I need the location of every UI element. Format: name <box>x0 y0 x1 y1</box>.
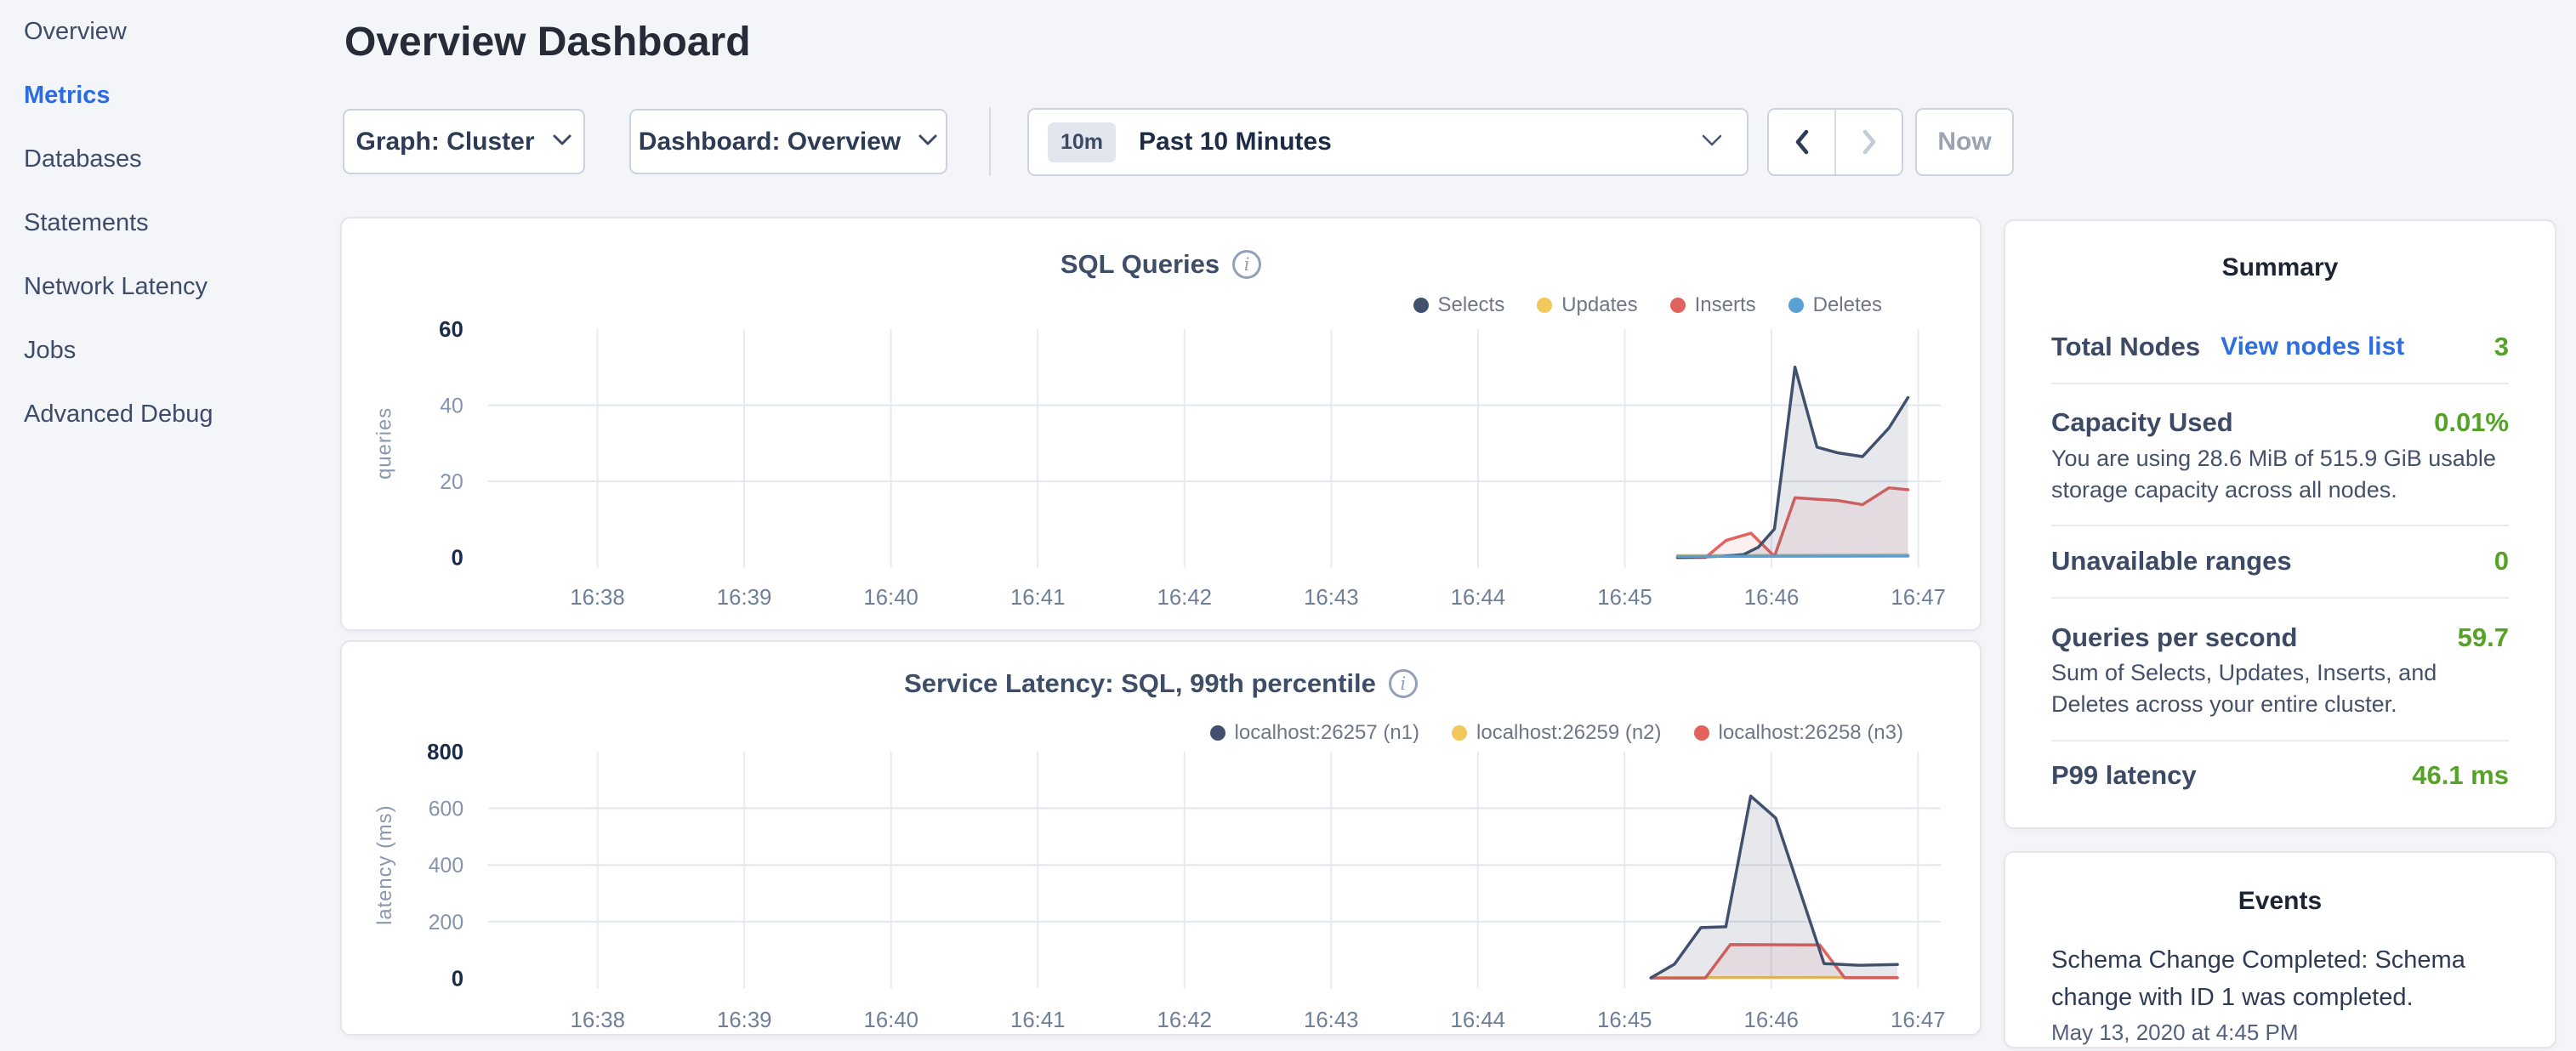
summary-title: Summary <box>2005 253 2555 282</box>
svg-text:40: 40 <box>440 395 463 418</box>
sidebar-item-metrics[interactable]: Metrics <box>0 64 340 128</box>
time-step-buttons <box>1767 108 1903 176</box>
now-button[interactable]: Now <box>1915 108 2014 176</box>
dashboard-dropdown[interactable]: Dashboard: Overview <box>629 109 947 174</box>
summary-subtext: Sum of Selects, Updates, Inserts, and De… <box>2051 657 2509 720</box>
events-panel: Events Schema Change Completed: Schema c… <box>2004 851 2556 1048</box>
svg-text:16:42: 16:42 <box>1157 1008 1212 1032</box>
divider <box>2051 597 2509 599</box>
sidebar-item-databases[interactable]: Databases <box>0 128 340 191</box>
sidebar-item-overview[interactable]: Overview <box>0 0 340 64</box>
svg-text:latency (ms): latency (ms) <box>373 805 396 925</box>
divider <box>2051 740 2509 741</box>
service-latency-plot: 16:38 16:39 16:40 16:41 16:42 16:43 16:44 16:45… <box>342 642 1980 1034</box>
summary-row-total-nodes: Total Nodes View nodes list 3 <box>2051 329 2509 365</box>
sidebar-item-network-latency[interactable]: Network Latency <box>0 255 340 319</box>
svg-text:16:43: 16:43 <box>1304 586 1358 610</box>
summary-label: Queries per second <box>2051 622 2297 653</box>
svg-text:16:41: 16:41 <box>1010 1008 1065 1032</box>
svg-text:200: 200 <box>429 912 463 935</box>
svg-text:16:41: 16:41 <box>1010 586 1065 610</box>
event-timestamp: May 13, 2020 at 4:45 PM <box>2051 1020 2509 1046</box>
dashboard-label: Dashboard: Overview <box>639 128 901 156</box>
sidebar-item-advanced-debug[interactable]: Advanced Debug <box>0 383 340 446</box>
svg-text:0: 0 <box>452 967 463 991</box>
events-title: Events <box>2005 887 2555 916</box>
svg-text:16:44: 16:44 <box>1451 1008 1505 1032</box>
sidebar: Overview Metrics Databases Statements Ne… <box>0 0 340 446</box>
chevron-down-icon <box>1701 134 1723 151</box>
svg-text:16:38: 16:38 <box>570 586 624 610</box>
sidebar-item-statements[interactable]: Statements <box>0 191 340 255</box>
event-item[interactable]: Schema Change Completed: Schema change w… <box>2051 941 2509 1016</box>
sql-queries-plot: 16:38 16:39 16:40 16:41 16:42 16:43 16:44 16:45… <box>342 219 1980 629</box>
summary-subtext: You are using 28.6 MiB of 515.9 GiB usab… <box>2051 443 2509 506</box>
summary-label: Unavailable ranges <box>2051 546 2292 577</box>
summary-row-queries-per-second: Queries per second 59.7 <box>2051 620 2509 656</box>
svg-text:400: 400 <box>429 855 463 878</box>
time-window-badge: 10m <box>1048 122 1116 162</box>
svg-text:16:39: 16:39 <box>717 586 771 610</box>
svg-text:16:38: 16:38 <box>571 1008 625 1032</box>
divider <box>2051 525 2509 526</box>
svg-text:16:40: 16:40 <box>864 1008 918 1032</box>
sql-queries-chart-card: SQL Queries i SelectsUpdatesInsertsDelet… <box>340 217 1982 631</box>
service-latency-chart-card: Service Latency: SQL, 99th percentile i … <box>340 640 1982 1036</box>
svg-text:16:46: 16:46 <box>1744 1008 1799 1032</box>
graph-scope-label: Graph: Cluster <box>355 128 534 156</box>
svg-text:16:39: 16:39 <box>717 1008 771 1032</box>
divider <box>2051 383 2509 384</box>
svg-text:16:44: 16:44 <box>1451 586 1505 610</box>
summary-value: 59.7 <box>2458 622 2509 653</box>
view-nodes-list-link[interactable]: View nodes list <box>2221 332 2404 361</box>
svg-text:16:47: 16:47 <box>1891 1008 1945 1032</box>
svg-text:60: 60 <box>439 318 463 342</box>
svg-text:600: 600 <box>429 798 463 821</box>
svg-text:0: 0 <box>451 547 463 571</box>
summary-value: 46.1 ms <box>2412 760 2509 791</box>
chevron-down-icon <box>918 134 938 151</box>
summary-label: Capacity Used <box>2051 407 2233 438</box>
summary-row-unavailable-ranges: Unavailable ranges 0 <box>2051 543 2509 579</box>
sidebar-item-jobs[interactable]: Jobs <box>0 319 340 383</box>
svg-text:16:46: 16:46 <box>1744 586 1799 610</box>
graph-scope-dropdown[interactable]: Graph: Cluster <box>343 109 585 174</box>
next-time-button[interactable] <box>1836 110 1902 174</box>
summary-row-p99-latency: P99 latency 46.1 ms <box>2051 758 2509 793</box>
svg-text:16:40: 16:40 <box>863 586 918 610</box>
summary-row-capacity-used: Capacity Used 0.01% <box>2051 405 2509 440</box>
svg-text:16:45: 16:45 <box>1597 1008 1652 1032</box>
toolbar-divider <box>989 107 991 176</box>
previous-time-button[interactable] <box>1769 110 1836 174</box>
summary-label: P99 latency <box>2051 760 2197 791</box>
time-window-dropdown[interactable]: 10m Past 10 Minutes <box>1027 108 1749 176</box>
svg-text:queries: queries <box>372 407 395 480</box>
summary-value: 0.01% <box>2434 407 2509 438</box>
svg-text:800: 800 <box>427 741 463 764</box>
summary-value: 0 <box>2494 546 2509 577</box>
svg-text:16:43: 16:43 <box>1304 1008 1358 1032</box>
summary-label: Total Nodes <box>2051 332 2200 362</box>
svg-text:16:45: 16:45 <box>1597 586 1652 610</box>
summary-value: 3 <box>2494 332 2509 362</box>
svg-text:16:42: 16:42 <box>1157 586 1212 610</box>
time-window-label: Past 10 Minutes <box>1139 128 1332 156</box>
chevron-down-icon <box>552 134 572 151</box>
page-title: Overview Dashboard <box>344 19 751 65</box>
summary-panel: Summary Total Nodes View nodes list 3 Ca… <box>2004 219 2556 829</box>
svg-text:16:47: 16:47 <box>1891 586 1945 610</box>
svg-text:20: 20 <box>440 471 463 494</box>
